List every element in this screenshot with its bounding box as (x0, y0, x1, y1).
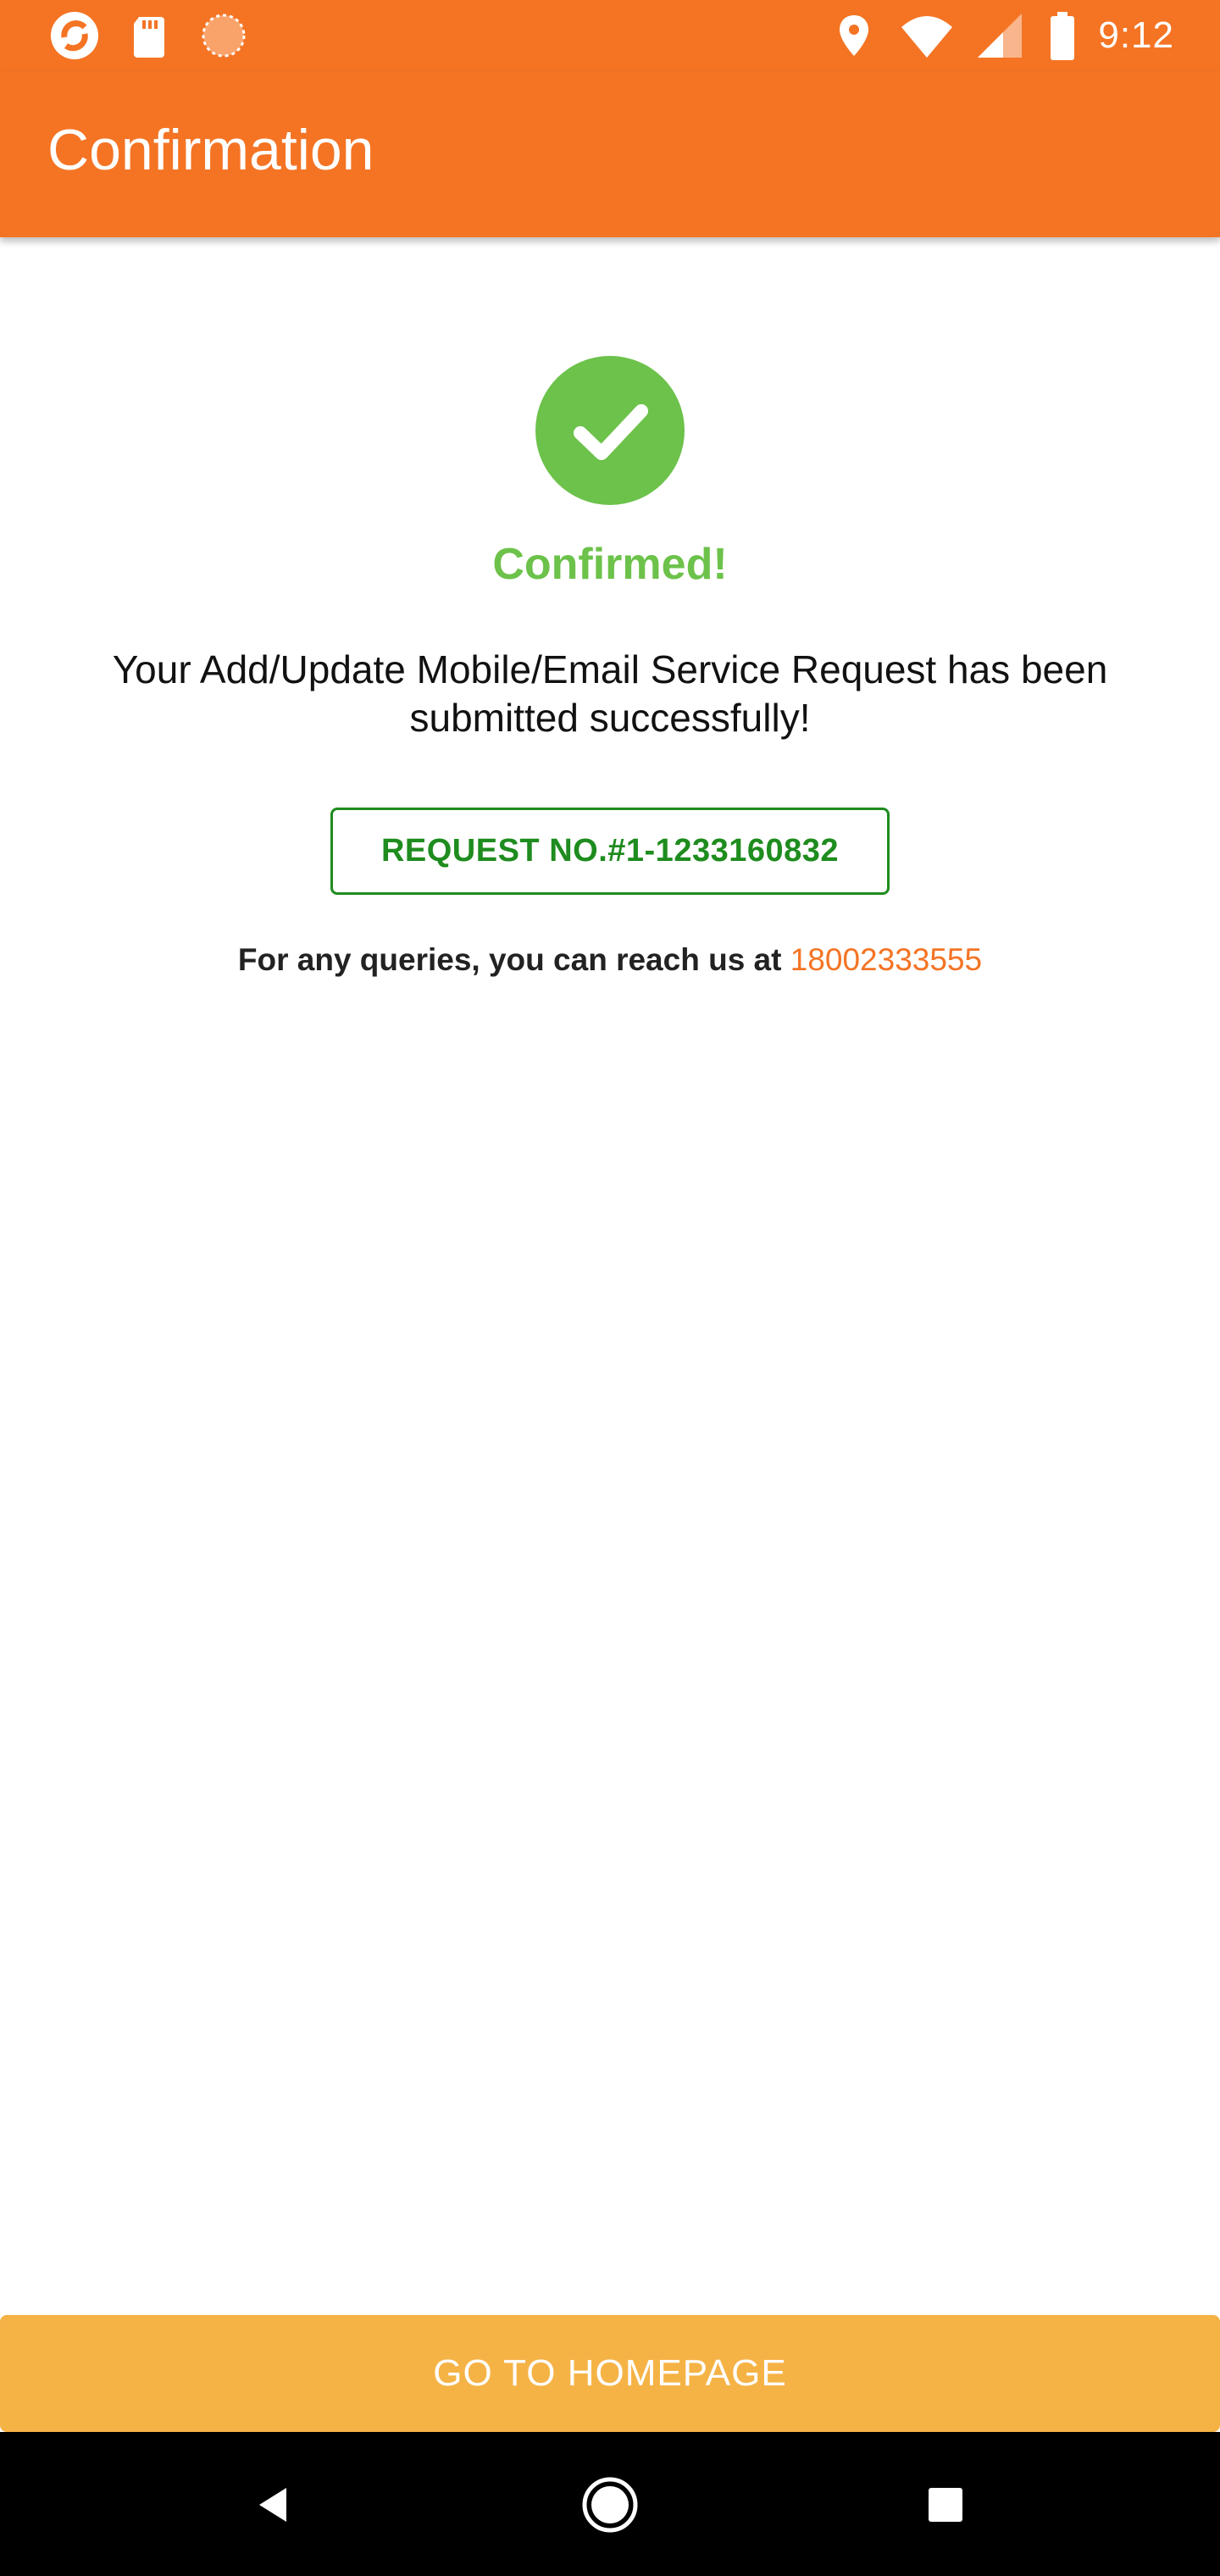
battery-icon (1045, 8, 1079, 63)
app-bar: Confirmation (0, 71, 1220, 237)
home-icon[interactable] (574, 2469, 646, 2540)
queries-label: For any queries, you can reach us at (237, 942, 790, 977)
app-logo-icon (47, 8, 102, 63)
status-time: 9:12 (1098, 14, 1174, 56)
checkmark-icon (574, 404, 648, 460)
page-title: Confirmation (47, 118, 374, 182)
request-number-box: REQUEST NO.#1-1233160832 (330, 808, 890, 895)
back-icon[interactable] (237, 2469, 308, 2540)
location-icon (827, 8, 881, 63)
recents-icon[interactable] (910, 2469, 981, 2540)
go-to-homepage-button[interactable]: GO TO HOMEPAGE (0, 2315, 1220, 2432)
wifi-icon (900, 8, 954, 63)
signal-icon (973, 8, 1027, 63)
check-circle-icon (535, 356, 685, 505)
go-to-homepage-label: GO TO HOMEPAGE (433, 2352, 787, 2394)
phone-link[interactable]: 18002333555 (790, 942, 982, 977)
navigation-bar (0, 2432, 1220, 2576)
queries-text: For any queries, you can reach us at 180… (0, 942, 1220, 978)
status-bar: 9:12 (0, 0, 1220, 71)
sd-card-icon (122, 8, 176, 63)
success-message: Your Add/Update Mobile/Email Service Req… (112, 647, 1108, 740)
confirmation-screen: 9:12 Confirmation Confirmed! Your Add/Up… (0, 0, 1220, 2576)
sync-indicator-icon (197, 8, 251, 63)
request-number: REQUEST NO.#1-1233160832 (380, 833, 840, 869)
confirmed-heading: Confirmed! (492, 540, 728, 589)
